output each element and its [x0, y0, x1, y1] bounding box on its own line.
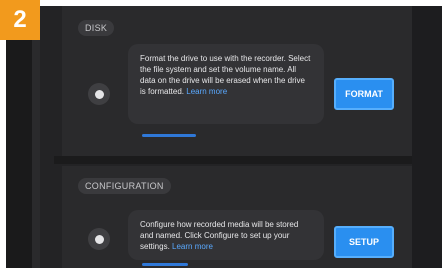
left-sidebar: [6, 6, 40, 268]
step-badge: 2: [0, 0, 40, 40]
setup-button[interactable]: SETUP: [334, 226, 394, 258]
learn-more-link[interactable]: Learn more: [172, 242, 213, 251]
section-divider: [54, 156, 424, 164]
format-button[interactable]: FORMAT: [334, 78, 394, 110]
sidebar-edge: [32, 6, 40, 268]
section-header: DISK: [78, 20, 115, 36]
app-screen: DISK Format the drive to use with the re…: [6, 6, 442, 268]
configuration-radio[interactable]: [88, 228, 110, 250]
section-description: Configure how recorded media will be sto…: [128, 210, 324, 260]
description-text: Configure how recorded media will be sto…: [140, 220, 299, 251]
configuration-section: CONFIGURATION Configure how recorded med…: [62, 166, 412, 268]
right-panel: [412, 6, 442, 268]
section-header: CONFIGURATION: [78, 178, 171, 194]
disk-section: DISK Format the drive to use with the re…: [62, 6, 412, 156]
radio-dot: [94, 234, 104, 244]
learn-more-link[interactable]: Learn more: [186, 87, 227, 96]
section-description: Format the drive to use with the recorde…: [128, 44, 324, 124]
tutorial-frame: DISK Format the drive to use with the re…: [0, 0, 448, 274]
link-underline: [142, 134, 196, 137]
disk-radio[interactable]: [88, 83, 110, 105]
link-underline: [142, 263, 188, 266]
radio-dot: [94, 89, 104, 99]
